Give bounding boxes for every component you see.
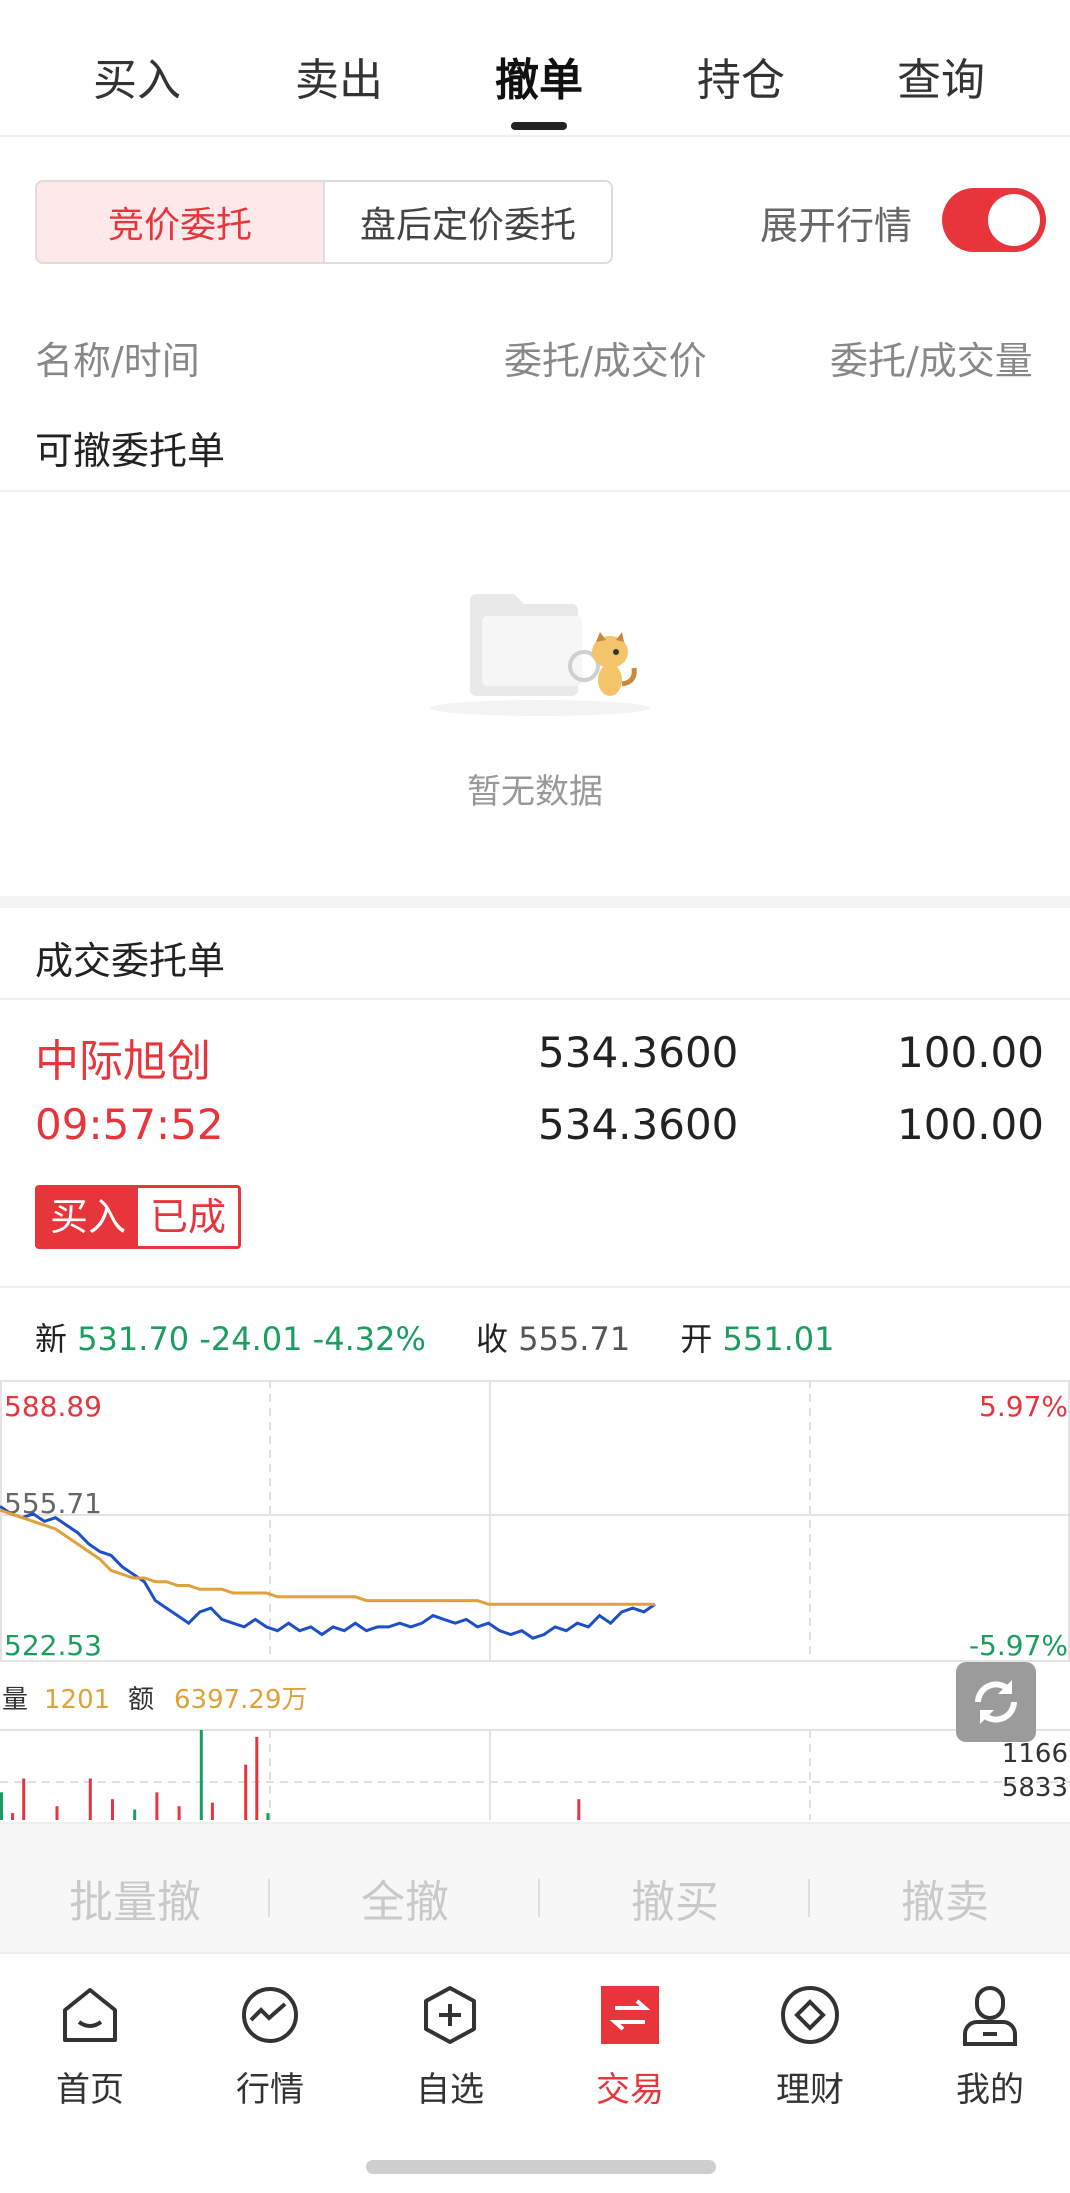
tab-sell[interactable]: 卖出 (264, 44, 414, 108)
new-label: 新 (35, 1320, 68, 1358)
volume-bar (577, 1799, 581, 1820)
price-change: -24.01 (199, 1320, 303, 1358)
divider (0, 998, 1070, 1000)
quote-summary: 新 531.70 -24.01 -4.32% 收 555.71 开 551.01 (35, 1314, 835, 1360)
column-price: 委托/成交价 (504, 339, 707, 383)
volume-bar (111, 1799, 114, 1820)
cancellable-orders-title: 可撤委托单 (35, 429, 226, 473)
nav-profile[interactable]: 我的 (900, 1982, 1070, 2111)
volume-bar (210, 1802, 214, 1820)
top-tab-bar: 买入 卖出 撤单 持仓 查询 (0, 0, 1070, 137)
cancel-all-button[interactable]: 全撤 (270, 1866, 540, 1930)
volume-bar (199, 1730, 203, 1820)
status-badge: 已成 (138, 1188, 239, 1246)
nav-home[interactable]: 首页 (0, 1982, 180, 2111)
order-status-badge: 买入 已成 (35, 1185, 242, 1249)
tab-positions[interactable]: 持仓 (666, 44, 816, 108)
tab-cancel[interactable]: 撤单 (464, 44, 614, 108)
nav-wealth[interactable]: 理财 (720, 1982, 900, 2111)
volume-bar (177, 1806, 181, 1820)
watchlist-icon (424, 1986, 476, 2044)
deal-qty: 100.00 (897, 1100, 1044, 1149)
nav-home-label: 首页 (56, 2070, 124, 2110)
close-price: 555.71 (518, 1320, 631, 1358)
column-name-time: 名称/时间 (35, 339, 200, 383)
volume-value: 1201 (44, 1685, 110, 1715)
avg-price-line (0, 1508, 655, 1606)
expand-quote-label: 展开行情 (760, 204, 913, 248)
volume-label: 量 (2, 1685, 28, 1715)
home-icon (63, 1988, 117, 2042)
filled-orders-title: 成交委托单 (35, 939, 226, 983)
y-label-low: 522.53 (4, 1629, 102, 1662)
volume-bar (11, 1813, 15, 1820)
open-label: 开 (680, 1320, 713, 1358)
volume-bar (266, 1813, 270, 1820)
nav-watchlist-label: 自选 (416, 2070, 484, 2110)
nav-market[interactable]: 行情 (180, 1982, 360, 2111)
amount-label: 额 (128, 1685, 154, 1715)
profile-icon (963, 1986, 1017, 2046)
close-label: 收 (476, 1320, 509, 1358)
volume-axis-top: 1166 (1002, 1739, 1068, 1769)
volume-bar (0, 1792, 3, 1820)
toggle-knob (988, 194, 1040, 246)
deal-price: 534.3600 (538, 1100, 739, 1149)
nav-market-label: 行情 (236, 2070, 304, 2110)
intraday-chart[interactable]: 588.89555.71522.535.97%-5.97%量 1201 额 6397.… (0, 1380, 1070, 1820)
volume-axis-mid: 5833 (1002, 1773, 1068, 1803)
volume-bar (88, 1778, 92, 1820)
chart-frame (0, 1380, 1070, 1662)
nav-trade[interactable]: 交易 (540, 1982, 720, 2111)
segment-after-hours-order[interactable]: 盘后定价委托 (325, 182, 611, 262)
order-price: 534.3600 (538, 1028, 739, 1077)
bottom-navigation: 首页 行情 自选 交易 理财 我的 (0, 1952, 1070, 2193)
cancel-sell-button[interactable]: 撤卖 (810, 1866, 1070, 1930)
volume-bar (22, 1778, 26, 1820)
volume-bar (244, 1764, 248, 1820)
wealth-icon (781, 1986, 839, 2044)
section-gap (0, 896, 1070, 908)
batch-cancel-button[interactable]: 批量撤 (0, 1866, 270, 1930)
volume-bar (155, 1792, 159, 1820)
column-qty: 委托/成交量 (830, 339, 1033, 383)
price-change-pct: -4.32% (312, 1320, 426, 1358)
volume-bar (55, 1806, 59, 1820)
stock-name: 中际旭创 (35, 1036, 211, 1087)
home-indicator (366, 2160, 716, 2174)
cancel-buy-button[interactable]: 撤买 (540, 1866, 810, 1930)
market-icon (242, 1987, 298, 2043)
trade-icon (601, 1986, 659, 2044)
cancel-actions-bar: 批量撤 全撤 撤买 撤卖 (0, 1822, 1070, 1954)
volume-bar (133, 1809, 137, 1820)
y-label-right-low: -5.97% (969, 1629, 1068, 1662)
tab-active-indicator (511, 122, 567, 130)
nav-wealth-label: 理财 (776, 2070, 844, 2110)
nav-profile-label: 我的 (956, 2070, 1024, 2110)
order-time: 09:57:52 (35, 1100, 224, 1149)
tab-query[interactable]: 查询 (866, 44, 1016, 108)
open-price: 551.01 (722, 1320, 835, 1358)
nav-watchlist[interactable]: 自选 (360, 1982, 540, 2111)
divider (0, 1286, 1070, 1288)
volume-bar (255, 1736, 259, 1820)
nav-trade-label: 交易 (596, 2070, 664, 2110)
new-price: 531.70 (77, 1320, 190, 1358)
y-label-right-high: 5.97% (979, 1390, 1068, 1423)
refresh-icon (975, 1680, 1017, 1724)
tab-buy[interactable]: 买入 (62, 44, 212, 108)
order-qty: 100.00 (897, 1028, 1044, 1077)
amount-value: 6397.29万 (174, 1685, 308, 1715)
expand-quote-toggle[interactable] (942, 188, 1046, 252)
price-line (0, 1505, 656, 1640)
refresh-button[interactable] (956, 1662, 1036, 1742)
side-badge: 买入 (38, 1188, 139, 1246)
segment-auction-order[interactable]: 竞价委托 (37, 182, 325, 262)
empty-state-text: 暂无数据 (467, 772, 603, 812)
order-type-segment: 竞价委托 盘后定价委托 (35, 180, 613, 264)
y-label-high: 588.89 (4, 1390, 102, 1423)
divider (0, 490, 1070, 492)
empty-folder-icon (430, 594, 650, 716)
